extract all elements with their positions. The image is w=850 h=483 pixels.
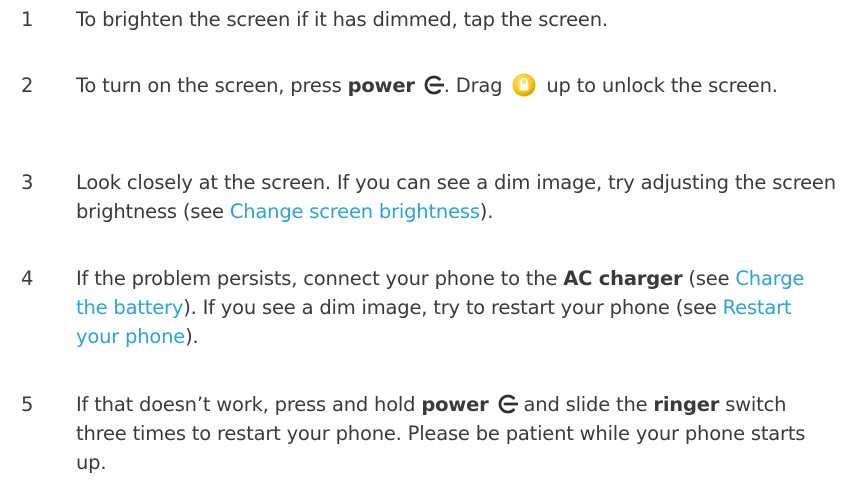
step-text: To brighten the screen if it has dimmed,… (76, 8, 608, 31)
unlock-icon (512, 73, 536, 97)
step-number: 4 (21, 267, 34, 290)
step-number: 3 (21, 171, 34, 194)
link-change-screen-brightness[interactable]: Change screen brightness (230, 200, 480, 223)
power-key-label: power (421, 393, 489, 416)
step-text: Look closely at the screen. If you can s… (76, 171, 836, 223)
ringer-switch-label: ringer (653, 393, 720, 416)
step-text: If the problem persists, connect your ph… (76, 267, 805, 348)
step-number: 2 (21, 74, 34, 97)
step-number: 1 (21, 8, 34, 31)
power-icon (498, 394, 518, 414)
step-text: To turn on the screen, press power. Drag… (76, 73, 778, 97)
step-number: 5 (21, 393, 34, 416)
ac-charger-label: AC charger (563, 267, 683, 290)
power-icon (424, 75, 444, 95)
power-key-label: power (347, 74, 415, 97)
step-text: If that doesn’t work, press and hold pow… (76, 393, 806, 474)
